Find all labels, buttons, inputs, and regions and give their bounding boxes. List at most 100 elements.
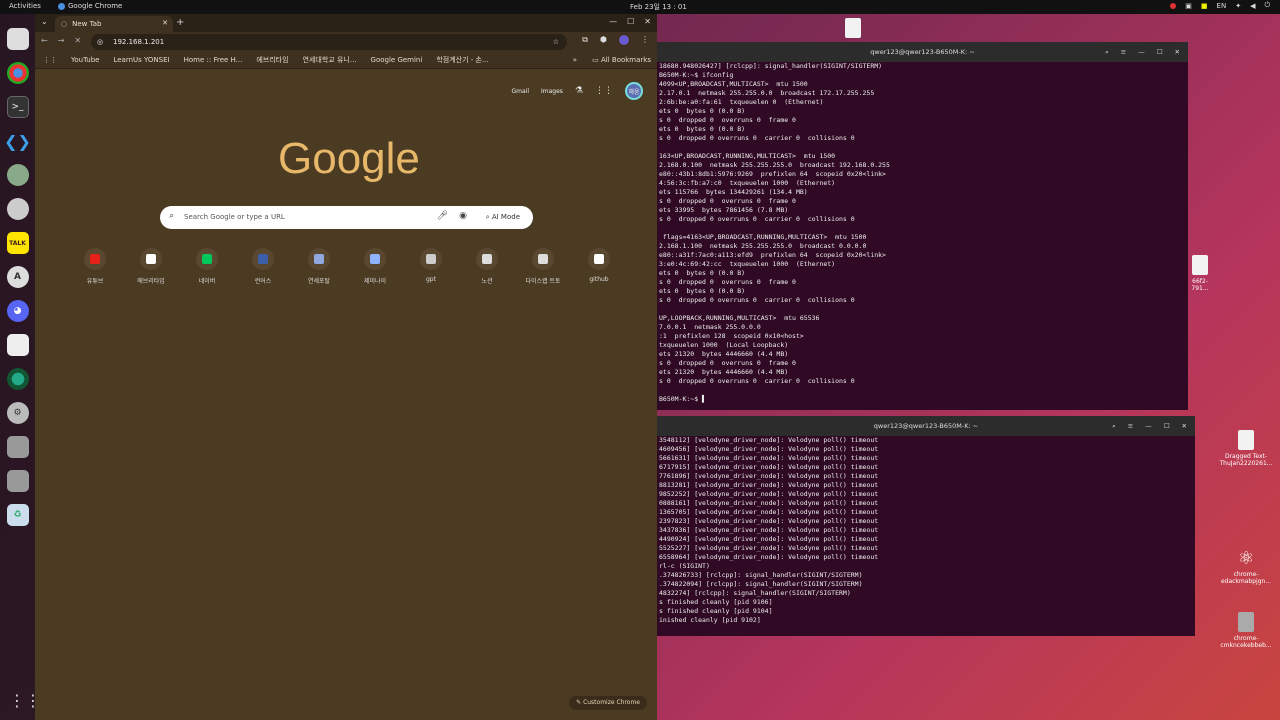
shortcut-tile[interactable]: 노션 <box>467 248 507 285</box>
back-icon[interactable]: ← <box>41 36 48 45</box>
terminal-search-icon[interactable]: ⌕ <box>1105 42 1109 62</box>
terminal-window-2[interactable]: qwer123@qwer123-B650M-K: ~ ⌕ ≡ — ☐ ✕ 354… <box>657 416 1195 636</box>
vscode-icon[interactable]: ❮❯ <box>4 130 31 152</box>
tab-new-tab[interactable]: ◌ New Tab ✕ <box>55 16 173 32</box>
chrome-dock-icon[interactable] <box>6 62 29 84</box>
shortcut-tile[interactable]: 에브리타임 <box>131 248 171 285</box>
bookmark-item[interactable]: 학점계산기 - 손... <box>436 55 488 65</box>
ai-mode-button[interactable]: ⌕ AI Mode <box>481 210 525 225</box>
document-icon[interactable] <box>6 334 29 356</box>
search-box[interactable]: ⌕ Search Google or type a URL 🎤︎ ◉ ⌕ AI … <box>160 206 533 229</box>
language-indicator[interactable]: EN <box>1217 2 1227 10</box>
top-bar: Activities Google Chrome Feb 23일 13 : 01… <box>0 0 1280 14</box>
desktop-file-icon[interactable] <box>823 18 883 41</box>
app-center-icon[interactable]: A <box>6 266 29 288</box>
address-bar[interactable]: ◎ 192.168.1.201 ☆ <box>91 34 567 50</box>
labs-icon[interactable]: ⚗ <box>575 86 583 96</box>
desktop-file-icon[interactable]: chrome- cmkncekebbeb... <box>1216 612 1276 649</box>
shortcut-label: 노션 <box>481 278 493 285</box>
bookmark-item[interactable]: Home :: Free H... <box>184 56 243 64</box>
menu-icon[interactable]: ⋮ <box>641 35 649 45</box>
app-menu[interactable]: Google Chrome <box>58 2 122 10</box>
dock: >_ ❮❯ TALK A ◕ ⚙ ♻ ⋮⋮⋮ <box>0 14 57 720</box>
search-input[interactable]: Search Google or type a URL <box>184 213 285 221</box>
system-tray[interactable]: ▣ ■ EN ✦ ◀ ⏻ <box>1170 1 1270 10</box>
stop-icon[interactable]: ✕ <box>74 36 81 45</box>
close-tab-icon[interactable]: ✕ <box>162 19 168 27</box>
terminal-menu-icon[interactable]: ≡ <box>1121 42 1126 62</box>
activities-button[interactable]: Activities <box>9 2 41 10</box>
site-icon <box>594 254 604 264</box>
terminal-menu-icon[interactable]: ≡ <box>1128 416 1133 436</box>
site-info-icon[interactable]: ◎ <box>97 34 103 50</box>
all-bookmarks[interactable]: ▭ All Bookmarks <box>592 56 651 64</box>
trash-icon[interactable]: ♻ <box>6 504 29 526</box>
desktop-file-icon[interactable]: Dragged Text- ThuJan2220261... <box>1216 430 1276 467</box>
discord-icon[interactable]: ◕ <box>6 300 29 322</box>
settings-app-icon[interactable] <box>6 198 29 220</box>
extension2-icon[interactable]: ⬢ <box>600 35 607 45</box>
voice-search-icon[interactable]: 🎤︎ <box>437 211 448 221</box>
tab-search-icon[interactable]: ⌄ <box>41 17 48 26</box>
close-window-icon[interactable]: ✕ <box>644 17 651 26</box>
desktop-file-icon[interactable]: 66f2- 791... <box>1170 255 1230 292</box>
shortcut-tile[interactable]: 제미나이 <box>355 248 395 285</box>
bookmark-item[interactable]: 에브리타임 <box>256 55 288 65</box>
files-icon[interactable] <box>6 28 29 50</box>
kakaotalk-icon[interactable]: TALK <box>6 232 29 254</box>
shortcut-tile[interactable]: gpt <box>411 248 451 283</box>
drive-icon[interactable] <box>6 436 29 458</box>
forward-icon[interactable]: → <box>58 36 65 45</box>
file-icon <box>1238 430 1254 450</box>
terminal-search-icon[interactable]: ⌕ <box>1112 416 1116 436</box>
customize-chrome-button[interactable]: ✎ Customize Chrome <box>569 696 647 710</box>
site-icon <box>426 254 436 264</box>
shortcut-tile[interactable]: 네이버 <box>187 248 227 285</box>
shortcut-tile[interactable]: 연세포탈 <box>299 248 339 285</box>
gimp-icon[interactable] <box>6 164 29 186</box>
minimize-icon[interactable]: — <box>1138 42 1145 62</box>
shortcut-tile[interactable]: github <box>579 248 619 283</box>
terminal-dock-icon[interactable]: >_ <box>6 96 29 118</box>
shortcut-tile[interactable]: 유튜브 <box>75 248 115 285</box>
lens-icon[interactable]: ◉ <box>459 211 467 221</box>
bookmarks-bar: ⋮⋮ YouTube LearnUs YONSEI Home :: Free H..… <box>35 52 657 69</box>
clock[interactable]: Feb 23일 13 : 01 <box>630 2 687 12</box>
new-tab-icon[interactable]: + <box>176 17 184 28</box>
minimize-icon[interactable]: — <box>1145 416 1152 436</box>
apps-grid-icon[interactable]: ⋮⋮ <box>43 56 57 64</box>
close-icon[interactable]: ✕ <box>1175 42 1180 62</box>
maximize-icon[interactable]: ☐ <box>1164 416 1170 436</box>
maximize-icon[interactable]: ☐ <box>1157 42 1163 62</box>
bookmark-star-icon[interactable]: ☆ <box>553 34 559 50</box>
chrome-window: ⌄ ◌ New Tab ✕ + — ☐ ✕ ← → ✕ ◎ 192.168.1.… <box>35 14 657 720</box>
desktop-file-icon[interactable]: ⚛ chrome- edackmabpjgn... <box>1216 548 1276 585</box>
extensions-icon[interactable]: ⧉ <box>582 35 588 45</box>
shortcut-label: gpt <box>426 276 436 283</box>
images-link[interactable]: Images <box>541 88 563 95</box>
bookmark-item[interactable]: 연세대학교 유니... <box>303 55 357 65</box>
system-settings-icon[interactable]: ⚙ <box>6 402 29 424</box>
browser-icon[interactable] <box>6 368 29 390</box>
gmail-link[interactable]: Gmail <box>511 88 529 95</box>
bookmarks-overflow-icon[interactable]: » <box>573 56 577 64</box>
terminal-output[interactable]: 18680.948026427] [rclcpp]: signal_handle… <box>657 62 1188 404</box>
minimize-icon[interactable]: — <box>609 17 617 26</box>
bookmark-item[interactable]: YouTube <box>71 56 99 64</box>
maximize-icon[interactable]: ☐ <box>627 17 634 26</box>
site-icon <box>258 254 268 264</box>
bookmark-item[interactable]: LearnUs YONSEI <box>113 56 169 64</box>
shortcut-tile[interactable]: 다이스랩 트토 <box>523 248 563 285</box>
shortcut-label: 연세포탈 <box>307 278 331 285</box>
google-apps-icon[interactable]: ⋮⋮ <box>595 86 613 96</box>
profile-icon[interactable] <box>619 35 629 45</box>
close-icon[interactable]: ✕ <box>1182 416 1187 436</box>
bookmark-item[interactable]: Google Gemini <box>371 56 423 64</box>
drive2-icon[interactable] <box>6 470 29 492</box>
account-avatar[interactable]: 해웅 <box>625 82 643 100</box>
terminal-window-1[interactable]: qwer123@qwer123-B650M-K: ~ ⌕ ≡ — ☐ ✕ 186… <box>657 42 1188 410</box>
shortcut-tile[interactable]: 런어스 <box>243 248 283 285</box>
shortcut-icon <box>364 248 386 270</box>
react-icon: ⚛ <box>1238 548 1255 569</box>
terminal-output[interactable]: 3548112] [velodyne_driver_node]: Velodyn… <box>657 436 1195 625</box>
